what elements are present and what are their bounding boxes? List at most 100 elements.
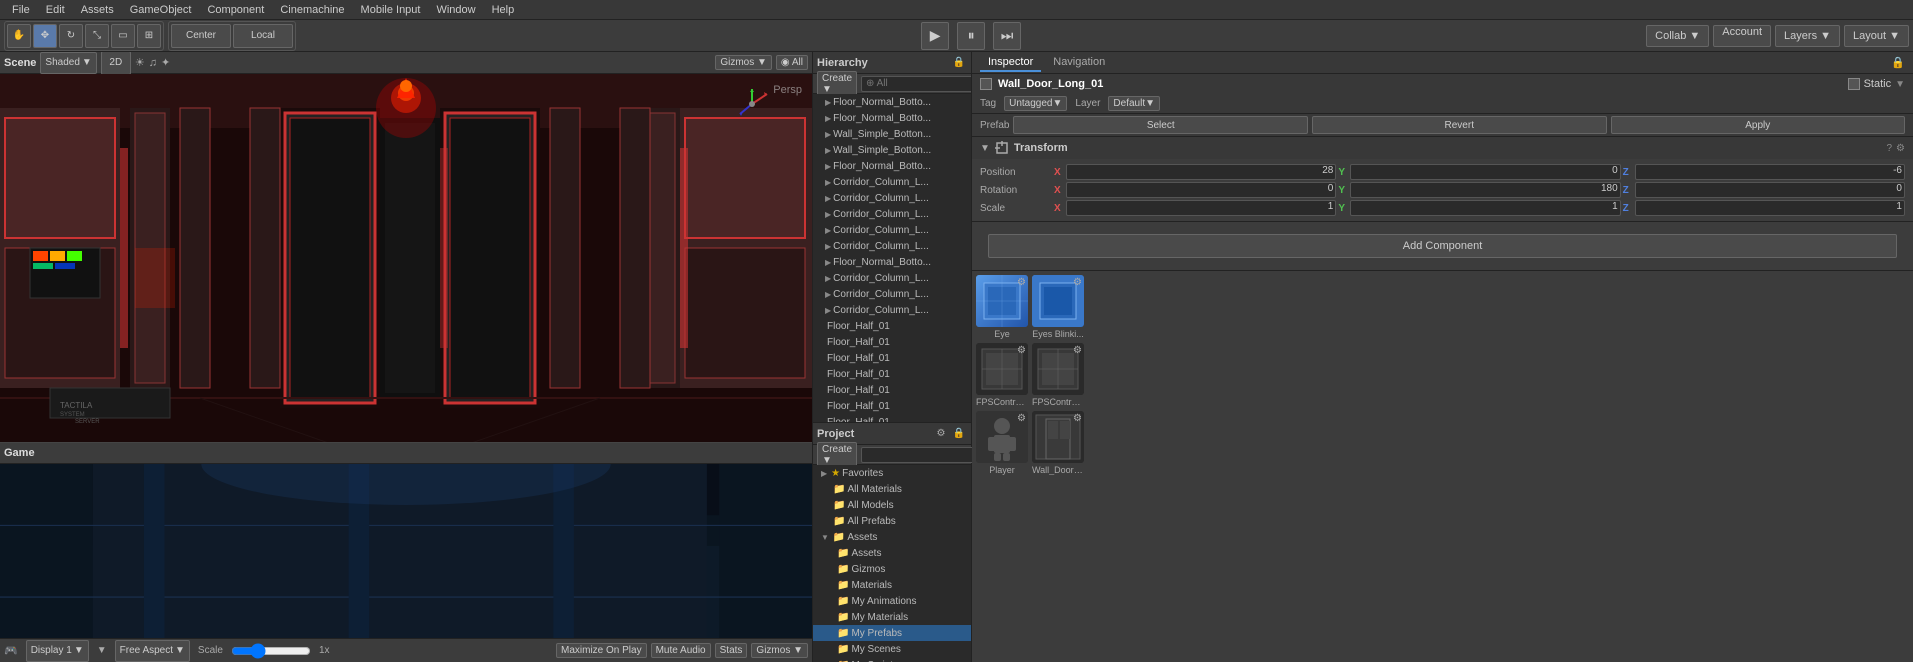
pos-z-input[interactable]: -6 — [1635, 164, 1905, 180]
fps2-settings-btn[interactable]: ⚙ — [1073, 345, 1082, 356]
pos-y-input[interactable]: 0 — [1350, 164, 1620, 180]
list-item[interactable]: Floor_Half_01 — [813, 334, 971, 350]
list-item[interactable]: ▶Wall_Simple_Botton... — [813, 126, 971, 142]
my-prefabs-item[interactable]: 📁 My Prefabs — [813, 625, 971, 641]
list-item[interactable]: ▶Corridor_Column_L... — [813, 270, 971, 286]
audio-icon[interactable]: ♫ — [149, 57, 157, 69]
list-item[interactable]: Floor_Half_01 — [813, 398, 971, 414]
pos-x-input[interactable]: 28 — [1066, 164, 1336, 180]
fps-control1-component[interactable]: ⚙ — [976, 343, 1028, 395]
materials-item[interactable]: 📁 Materials — [813, 577, 971, 593]
play-btn[interactable]: ▶ — [921, 22, 949, 50]
list-item[interactable]: ▶Floor_Normal_Botto... — [813, 110, 971, 126]
static-dropdown-icon[interactable]: ▼ — [1895, 79, 1905, 90]
tag-dropdown[interactable]: Untagged▼ — [1004, 96, 1067, 111]
2d-btn[interactable]: 2D — [101, 52, 131, 75]
scale-y-input[interactable]: 1 — [1350, 200, 1620, 216]
list-item[interactable]: ▶Floor_Normal_Botto... — [813, 94, 971, 110]
list-item[interactable]: Floor_Half_01 — [813, 318, 971, 334]
static-checkbox[interactable] — [1848, 78, 1860, 90]
list-item[interactable]: ▶Wall_Simple_Botton... — [813, 142, 971, 158]
gizmos-btn[interactable]: Gizmos ▼ — [715, 55, 772, 70]
rot-z-input[interactable]: 0 — [1635, 182, 1905, 198]
project-lock-btn[interactable]: 🔒 — [951, 426, 967, 442]
menu-file[interactable]: File — [4, 4, 38, 16]
game-canvas[interactable] — [0, 464, 812, 638]
player-component[interactable]: ⚙ — [976, 411, 1028, 463]
hierarchy-lock-btn[interactable]: 🔒 — [951, 55, 967, 71]
menu-window[interactable]: Window — [428, 4, 483, 16]
select-btn[interactable]: Select — [1013, 116, 1308, 134]
list-item[interactable]: ▶Corridor_Column_L... — [813, 302, 971, 318]
fps-control2-component[interactable]: ⚙ — [1032, 343, 1084, 395]
shaded-dropdown[interactable]: Shaded▼ — [40, 52, 96, 74]
eye-settings-btn[interactable]: ⚙ — [1017, 277, 1026, 288]
transform-header[interactable]: ▼ Transform ? ⚙ — [972, 137, 1913, 159]
game-gizmos-btn[interactable]: Gizmos ▼ — [751, 643, 808, 658]
my-materials-item[interactable]: 📁 My Materials — [813, 609, 971, 625]
list-item[interactable]: ▶Corridor_Column_L... — [813, 174, 971, 190]
list-item[interactable]: ▶Floor_Normal_Botto... — [813, 158, 971, 174]
list-item[interactable]: ▶Corridor_Column_L... — [813, 222, 971, 238]
local-btn[interactable]: Local — [233, 24, 293, 48]
list-item[interactable]: Floor_Half_01 — [813, 382, 971, 398]
menu-help[interactable]: Help — [484, 4, 523, 16]
add-component-btn[interactable]: Add Component — [988, 234, 1897, 258]
project-settings-btn[interactable]: ⚙ — [933, 426, 949, 442]
transform-question-icon[interactable]: ? — [1886, 143, 1892, 154]
scale-tool-btn[interactable]: ⤡ — [85, 24, 109, 48]
list-item[interactable]: ▶Floor_Normal_Botto... — [813, 254, 971, 270]
eye-component[interactable]: ⚙ — [976, 275, 1028, 327]
display-dropdown[interactable]: Display 1▼ — [26, 640, 89, 662]
menu-cinemachine[interactable]: Cinemachine — [272, 4, 352, 16]
eyes-blinki-settings-btn[interactable]: ⚙ — [1073, 277, 1082, 288]
mute-btn[interactable]: Mute Audio — [651, 643, 711, 658]
light-icon[interactable]: ☀ — [135, 56, 145, 69]
effects-icon[interactable]: ✦ — [161, 56, 170, 69]
apply-btn[interactable]: Apply — [1611, 116, 1906, 134]
list-item[interactable]: Floor_Half_01 — [813, 350, 971, 366]
fps1-settings-btn[interactable]: ⚙ — [1017, 345, 1026, 356]
scene-tab[interactable]: Scene — [4, 57, 36, 69]
layers-btn[interactable]: Layers ▼ — [1775, 25, 1840, 47]
hierarchy-create-btn[interactable]: Create ▼ — [817, 71, 857, 97]
assets-sub-item[interactable]: 📁 Assets — [813, 545, 971, 561]
wall-door-component[interactable]: ⚙ — [1032, 411, 1084, 463]
account-btn[interactable]: Account — [1713, 25, 1771, 47]
center-btn[interactable]: Center — [171, 24, 231, 48]
list-item[interactable]: ▶Corridor_Column_L... — [813, 206, 971, 222]
my-animations-item[interactable]: 📁 My Animations — [813, 593, 971, 609]
wall-door-settings-btn[interactable]: ⚙ — [1073, 413, 1082, 424]
menu-assets[interactable]: Assets — [73, 4, 122, 16]
aspect-dropdown[interactable]: Free Aspect▼ — [115, 640, 190, 662]
list-item[interactable]: Floor_Half_01 — [813, 366, 971, 382]
rot-y-input[interactable]: 180 — [1350, 182, 1620, 198]
stats-btn[interactable]: Stats — [715, 643, 748, 658]
list-item[interactable]: ▶Corridor_Column_L... — [813, 190, 971, 206]
eyes-blinki-component[interactable]: ⚙ — [1032, 275, 1084, 327]
menu-edit[interactable]: Edit — [38, 4, 73, 16]
rot-x-input[interactable]: 0 — [1066, 182, 1336, 198]
assets-header[interactable]: ▼ 📁 Assets — [813, 529, 971, 545]
rect-tool-btn[interactable]: ▭ — [111, 24, 135, 48]
move-tool-btn[interactable]: ✥ — [33, 24, 57, 48]
scale-slider[interactable] — [231, 645, 311, 657]
pause-btn[interactable]: ⏸ — [957, 22, 985, 50]
revert-btn[interactable]: Revert — [1312, 116, 1607, 134]
object-active-checkbox[interactable] — [980, 78, 992, 90]
rotate-tool-btn[interactable]: ↻ — [59, 24, 83, 48]
scale-x-input[interactable]: 1 — [1066, 200, 1336, 216]
menu-component[interactable]: Component — [199, 4, 272, 16]
scale-z-input[interactable]: 1 — [1635, 200, 1905, 216]
tab-navigation[interactable]: Navigation — [1045, 54, 1113, 72]
my-scripts-item[interactable]: 📁 My Scripts — [813, 657, 971, 662]
project-create-btn[interactable]: Create ▼ — [817, 442, 857, 468]
scene-canvas[interactable]: TACTILA SYSTEM SERVER Persp — [0, 74, 812, 442]
transform-settings-icon[interactable]: ⚙ — [1896, 143, 1905, 154]
list-item[interactable]: Floor_Half_01 — [813, 414, 971, 422]
my-scenes-item[interactable]: 📁 My Scenes — [813, 641, 971, 657]
list-item[interactable]: ▶Corridor_Column_L... — [813, 286, 971, 302]
hierarchy-search[interactable] — [861, 76, 971, 92]
game-tab[interactable]: Game — [4, 447, 35, 459]
menu-gameobject[interactable]: GameObject — [122, 4, 200, 16]
